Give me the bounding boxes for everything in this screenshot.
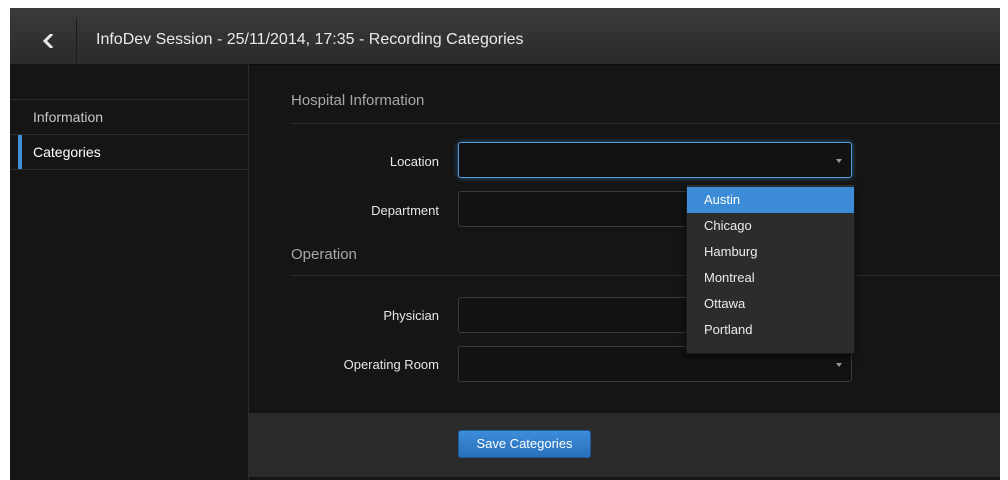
section-title-hospital: Hospital Information (291, 92, 425, 109)
department-label: Department (371, 203, 439, 218)
operating-room-label: Operating Room (343, 357, 439, 372)
section-divider (291, 123, 1000, 124)
main-content: Hospital Information Location Department… (249, 64, 1000, 480)
dropdown-option-austin[interactable]: Austin (687, 187, 854, 213)
sidebar-item-categories[interactable]: Categories (10, 135, 248, 170)
chevron-left-icon (42, 34, 54, 48)
back-button[interactable] (20, 18, 77, 64)
location-select[interactable] (458, 142, 852, 178)
sidebar-item-label: Categories (33, 144, 101, 160)
caret-down-icon (836, 363, 842, 367)
location-label: Location (389, 154, 439, 169)
section-title-operation: Operation (291, 246, 357, 263)
app-window: InfoDev Session - 25/11/2014, 17:35 - Re… (10, 8, 1000, 480)
dropdown-option-montreal[interactable]: Montreal (687, 265, 854, 291)
physician-label: Physician (383, 308, 439, 323)
section-divider (291, 275, 1000, 276)
form-footer: Save Categories (249, 413, 1000, 477)
sidebar: Information Categories (10, 64, 249, 480)
page-title: InfoDev Session - 25/11/2014, 17:35 - Re… (96, 31, 524, 48)
dropdown-option-portland[interactable]: Portland (687, 317, 854, 343)
caret-down-icon (836, 159, 842, 163)
dropdown-option-chicago[interactable]: Chicago (687, 213, 854, 239)
dropdown-option-hamburg[interactable]: Hamburg (687, 239, 854, 265)
sidebar-nav: Information Categories (10, 99, 248, 170)
sidebar-item-label: Information (33, 109, 104, 125)
dropdown-option-ottawa[interactable]: Ottawa (687, 291, 854, 317)
location-dropdown-menu: Austin Chicago Hamburg Montreal Ottawa P… (686, 184, 855, 354)
sidebar-item-information[interactable]: Information (10, 100, 248, 135)
save-categories-button[interactable]: Save Categories (458, 430, 591, 458)
title-bar: InfoDev Session - 25/11/2014, 17:35 - Re… (10, 8, 1000, 65)
